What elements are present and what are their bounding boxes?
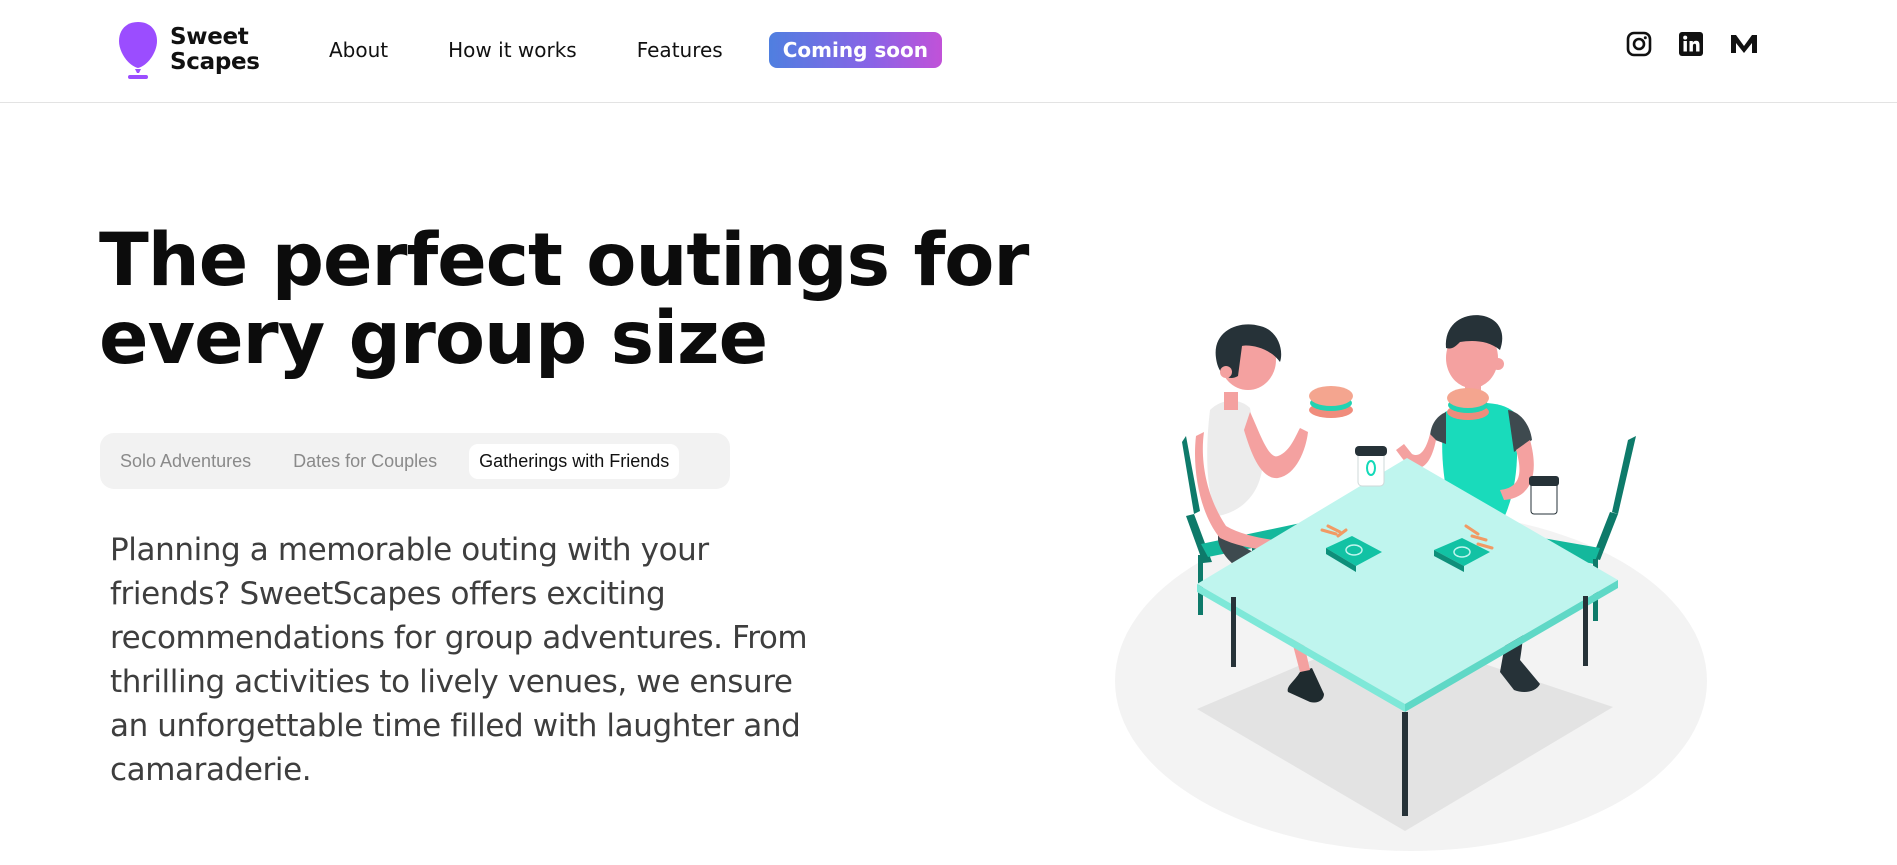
friends-eating-at-table-illustration [1100, 300, 1720, 860]
tab-dates-for-couples[interactable]: Dates for Couples [283, 444, 447, 479]
main-nav: About How it works Features Coming soon [329, 32, 942, 68]
man-coffee-cup [1529, 476, 1559, 515]
hero-title-line2: every group size [99, 296, 768, 381]
linkedin-icon[interactable] [1677, 30, 1705, 58]
nav-link-about[interactable]: About [329, 38, 388, 62]
group-size-tabs: Solo Adventures Dates for Couples Gather… [100, 433, 730, 489]
coming-soon-button[interactable]: Coming soon [768, 32, 942, 68]
site-header: Sweet Scapes About How it works Features… [0, 0, 1897, 103]
man-sandwich [1447, 388, 1489, 420]
hero-title-line1: The perfect outings for [99, 218, 1029, 303]
logo[interactable]: Sweet Scapes [116, 20, 260, 80]
woman-sandwich [1309, 386, 1353, 418]
logo-text-line2: Scapes [170, 49, 260, 75]
nav-link-how-it-works[interactable]: How it works [448, 38, 577, 62]
tab-gatherings-with-friends[interactable]: Gatherings with Friends [469, 443, 680, 479]
tab-solo-adventures[interactable]: Solo Adventures [110, 444, 261, 479]
social-links [1625, 30, 1757, 58]
instagram-icon[interactable] [1625, 30, 1653, 58]
hero-description: Planning a memorable outing with your fr… [110, 532, 808, 788]
nav-link-features[interactable]: Features [637, 38, 723, 62]
logo-text: Sweet Scapes [170, 25, 260, 75]
hero-title: The perfect outings for every group size [99, 222, 1059, 378]
table-coffee-cup [1355, 446, 1387, 487]
medium-icon[interactable] [1729, 30, 1757, 58]
balloon-icon [116, 20, 160, 80]
logo-text-line1: Sweet [170, 24, 249, 50]
